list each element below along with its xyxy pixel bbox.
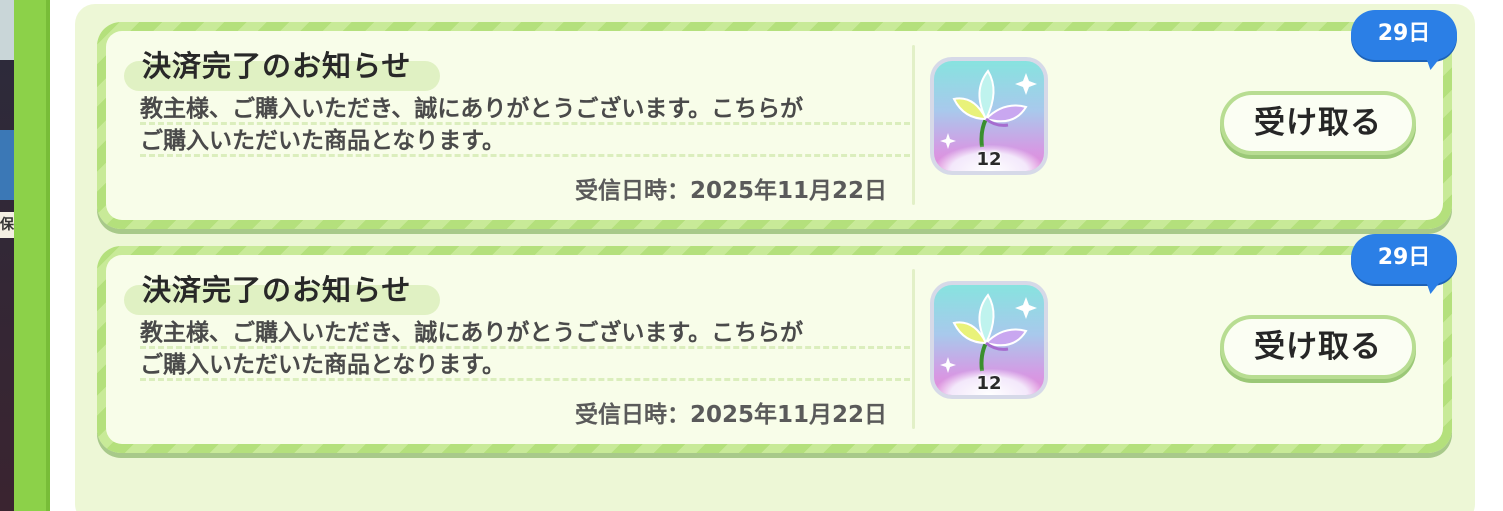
- reward-icon-frame: 12: [934, 285, 1044, 395]
- received-date: 受信日時：2025年11月22日: [574, 178, 887, 204]
- mail-message: 教主様、ご購入いただき、誠にありがとうございます。こちらが ご購入いただいた商品…: [140, 317, 910, 381]
- reward-count: 12: [976, 149, 1002, 170]
- receive-button[interactable]: 受け取る: [1220, 315, 1416, 379]
- reward-item[interactable]: 12: [930, 281, 1048, 399]
- mail-title: 決済完了のお知らせ: [142, 49, 412, 83]
- divider: [912, 45, 915, 205]
- mail-title-wrap: 決済完了のお知らせ: [124, 265, 440, 315]
- mail-message-line: ご購入いただいた商品となります。: [140, 125, 910, 157]
- reward-item[interactable]: 12: [930, 57, 1048, 175]
- reward-count: 12: [976, 373, 1002, 394]
- receive-button-label: 受け取る: [1224, 319, 1412, 375]
- mail-item-body: 決済完了のお知らせ 教主様、ご購入いただき、誠にありがとうございます。こちらが …: [106, 31, 1443, 220]
- mail-message-line: ご購入いただいた商品となります。: [140, 349, 910, 381]
- mail-message: 教主様、ご購入いただき、誠にありがとうございます。こちらが ご購入いただいた商品…: [140, 93, 910, 157]
- panel-left-rail: [14, 0, 50, 511]
- divider: [912, 269, 915, 429]
- days-remaining-text: 29日: [1377, 245, 1431, 270]
- receive-button-label: 受け取る: [1224, 95, 1412, 151]
- mail-title-wrap: 決済完了のお知らせ: [124, 41, 440, 91]
- mail-item[interactable]: 決済完了のお知らせ 教主様、ご購入いただき、誠にありがとうございます。こちらが …: [97, 10, 1457, 229]
- mail-title: 決済完了のお知らせ: [142, 273, 412, 307]
- mail-item[interactable]: 決済完了のお知らせ 教主様、ご購入いただき、誠にありがとうございます。こちらが …: [97, 234, 1457, 453]
- background-decoration: [0, 130, 14, 200]
- mail-item-body: 決済完了のお知らせ 教主様、ご購入いただき、誠にありがとうございます。こちらが …: [106, 255, 1443, 444]
- mail-message-line: 教主様、ご購入いただき、誠にありがとうございます。こちらが: [140, 317, 910, 349]
- reward-icon-frame: 12: [934, 61, 1044, 171]
- background-scene: 保: [0, 0, 14, 511]
- mail-message-line: 教主様、ご購入いただき、誠にありがとうございます。こちらが: [140, 93, 910, 125]
- background-sign: 保: [0, 212, 14, 238]
- days-remaining-text: 29日: [1377, 21, 1431, 46]
- days-remaining-badge: 29日: [1351, 234, 1457, 294]
- days-remaining-badge: 29日: [1351, 10, 1457, 70]
- receive-button[interactable]: 受け取る: [1220, 91, 1416, 155]
- received-date: 受信日時：2025年11月22日: [574, 402, 887, 428]
